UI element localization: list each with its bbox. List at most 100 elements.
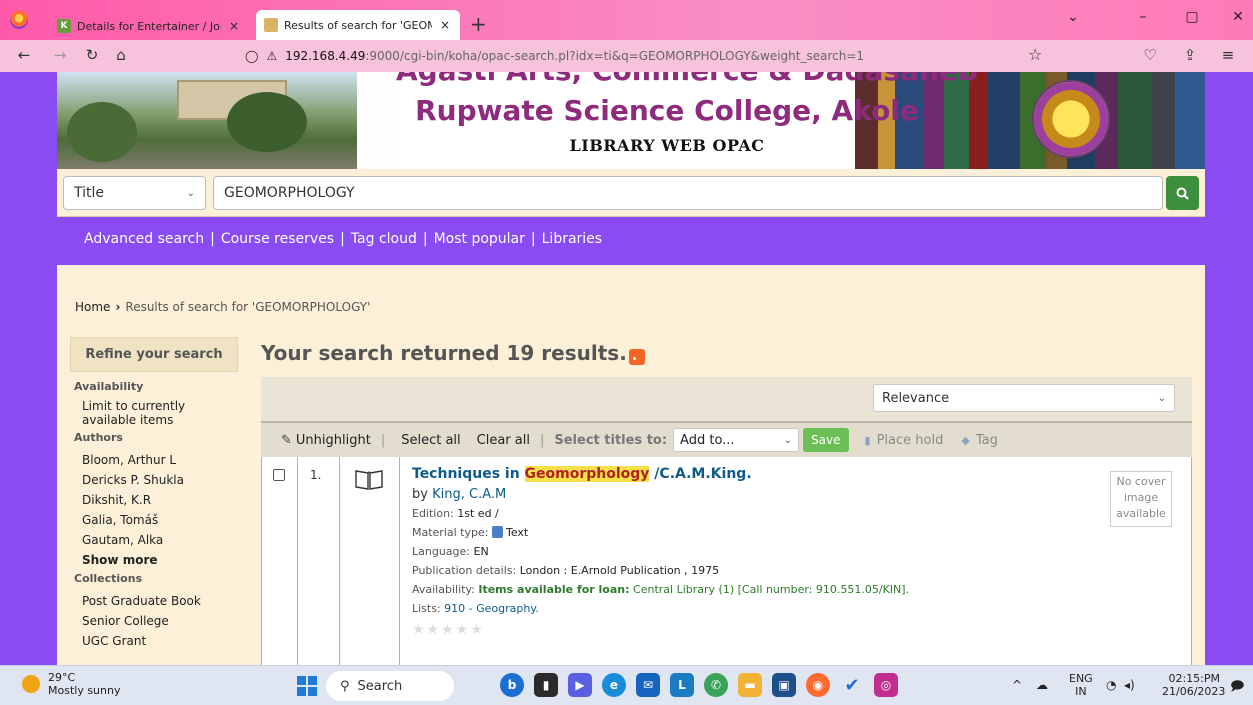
whatsapp-icon[interactable]: ✆ (704, 673, 728, 697)
result-checkbox[interactable] (273, 469, 285, 481)
link-libraries[interactable]: Libraries (542, 231, 602, 247)
tag-button[interactable]: ◆ Tag (961, 433, 997, 448)
close-tab-icon[interactable]: × (438, 18, 452, 32)
wifi-icon[interactable]: ◔ (1106, 678, 1116, 692)
show-more-link[interactable]: Show more (70, 550, 238, 570)
facet-limit-available[interactable]: Limit to currently available items (70, 397, 238, 427)
lens-app-icon[interactable]: L (670, 673, 694, 697)
minimize-icon[interactable]: – (1128, 9, 1158, 25)
teams-icon[interactable]: ▶ (568, 673, 592, 697)
browser-nav-bar: ← → ↻ ⌂ ◯ ⚠ 192.168.4.49:9000/cgi-bin/ko… (0, 40, 1253, 72)
forward-icon[interactable]: → (50, 46, 70, 64)
facet-author[interactable]: Dikshit, K.R (70, 490, 238, 510)
instagram-icon[interactable]: ◎ (874, 673, 898, 697)
search-button[interactable] (1166, 176, 1199, 210)
firefox-icon[interactable]: ◉ (806, 673, 830, 697)
menu-icon[interactable]: ≡ (1218, 46, 1238, 64)
facet-availability-label: Availability (74, 380, 144, 393)
chevron-down-icon: ⌄ (783, 434, 793, 446)
breadcrumb-home-link[interactable]: Home (75, 300, 110, 314)
volume-icon[interactable]: ◂) (1124, 678, 1135, 692)
link-tag-cloud[interactable]: Tag cloud (351, 231, 417, 247)
campus-photo (57, 72, 357, 169)
file-explorer-icon[interactable]: ▬ (738, 673, 762, 697)
clock[interactable]: 02:15:PM 21/06/2023 (1162, 672, 1225, 698)
facet-author[interactable]: Dericks P. Shukla (70, 470, 238, 490)
facet-collections-list: Post Graduate Book Senior College UGC Gr… (70, 589, 238, 651)
browser-tab-strip: K Details for Entertainer / John Ol × Re… (0, 0, 1253, 40)
facet-collection[interactable]: Post Graduate Book (70, 591, 238, 611)
link-most-popular[interactable]: Most popular (434, 231, 525, 247)
place-hold-button[interactable]: ▮ Place hold (865, 433, 944, 448)
select-all-link[interactable]: Select all (401, 433, 460, 448)
result-author-line: by King, C.A.M (412, 487, 507, 502)
home-icon[interactable]: ⌂ (111, 46, 131, 64)
show-hidden-icons[interactable]: ^ (1012, 678, 1022, 692)
windows-start-icon[interactable] (297, 676, 317, 696)
insecure-lock-icon[interactable]: ⚠ (266, 49, 277, 63)
browser-tab-results[interactable]: Results of search for 'GEOMORI × (256, 10, 460, 40)
todo-icon[interactable]: ✔ (840, 673, 864, 697)
facet-author[interactable]: Gautam, Alka (70, 530, 238, 550)
taskbar-search[interactable]: ⚲ Search (326, 671, 454, 701)
back-icon[interactable]: ← (14, 46, 34, 64)
rss-feed-icon[interactable] (629, 349, 645, 365)
chevron-right-icon: › (115, 300, 121, 314)
save-button[interactable]: Save (803, 428, 849, 452)
results-table: 1. Techniques in Geomorphology /C.A.M.Ki… (261, 457, 1192, 665)
sort-bar: Relevance ⌄ (261, 377, 1192, 421)
new-tab-button[interactable]: + (470, 12, 487, 36)
cloud-icon[interactable]: ☁ (1036, 678, 1048, 692)
weather-temp: 29°C (48, 671, 76, 684)
browser-tab-details[interactable]: K Details for Entertainer / John Ol × (49, 13, 249, 39)
search-input[interactable]: GEOMORPHOLOGY (213, 176, 1163, 210)
result-record: Techniques in Geomorphology /C.A.M.King.… (412, 465, 1092, 638)
search-index-select[interactable]: Title ⌄ (63, 176, 206, 210)
author-link[interactable]: King, C.A.M (432, 487, 506, 502)
facet-collection[interactable]: Senior College (70, 611, 238, 631)
close-tab-icon[interactable]: × (227, 19, 241, 33)
link-advanced-search[interactable]: Advanced search (84, 231, 204, 247)
sort-select[interactable]: Relevance ⌄ (873, 384, 1175, 412)
notification-icon[interactable]: 🗩 (1230, 677, 1244, 699)
pencil-icon: ✎ (281, 432, 292, 448)
maximize-icon[interactable]: ▢ (1177, 9, 1207, 25)
result-title-link[interactable]: Techniques in Geomorphology /C.A.M.King. (412, 465, 1092, 483)
extensions-icon[interactable]: ⇪ (1180, 46, 1200, 64)
shield-icon[interactable]: ◯ (245, 49, 258, 63)
close-window-icon[interactable]: ✕ (1223, 9, 1253, 25)
facet-collection[interactable]: UGC Grant (70, 631, 238, 651)
place-hold-label: Place hold (876, 432, 944, 448)
facet-author[interactable]: Bloom, Arthur L (70, 450, 238, 470)
language-indicator[interactable]: ENG IN (1069, 672, 1093, 698)
list-link[interactable]: 910 - Geography. (444, 602, 539, 615)
weather-widget[interactable]: 29°C Mostly sunny (22, 671, 120, 697)
results-summary: Your search returned 19 results. (261, 341, 627, 365)
pocket-icon[interactable]: ♡ (1140, 46, 1160, 64)
mail-icon[interactable]: ✉ (636, 673, 660, 697)
clear-all-link[interactable]: Clear all (477, 433, 530, 448)
select-titles-label: Select titles to: (554, 432, 668, 448)
store-icon[interactable]: ▣ (772, 673, 796, 697)
refine-sidebar: Refine your search Availability Limit to… (70, 337, 238, 665)
link-course-reserves[interactable]: Course reserves (221, 231, 334, 247)
bookmark-star-icon[interactable]: ☆ (1028, 45, 1042, 64)
address-bar[interactable]: ◯ ⚠ 192.168.4.49:9000/cgi-bin/koha/opac-… (245, 44, 1055, 68)
task-view-icon[interactable]: ▮ (534, 673, 558, 697)
koha-favicon-icon: K (57, 19, 71, 33)
unhighlight-link[interactable]: Unhighlight (296, 433, 371, 448)
sun-icon (22, 675, 40, 693)
firefox-menu-icon[interactable] (10, 11, 28, 29)
bing-app-icon[interactable]: b (500, 673, 524, 697)
list-tabs-icon[interactable]: ⌄ (1058, 9, 1088, 25)
add-to-list-select[interactable]: Add to... ⌄ (673, 428, 800, 452)
result-publication: Publication details: London : E.Arnold P… (412, 564, 720, 577)
edge-icon[interactable]: e (602, 673, 626, 697)
reload-icon[interactable]: ↻ (82, 46, 102, 64)
search-icon: ⚲ (340, 678, 350, 694)
search-term-highlight: Geomorphology (524, 466, 650, 482)
facet-author[interactable]: Galia, Tomáš (70, 510, 238, 530)
taskbar-search-label: Search (357, 678, 403, 694)
star-rating[interactable]: ★★★★★ (412, 622, 1092, 638)
book-icon (355, 470, 383, 490)
